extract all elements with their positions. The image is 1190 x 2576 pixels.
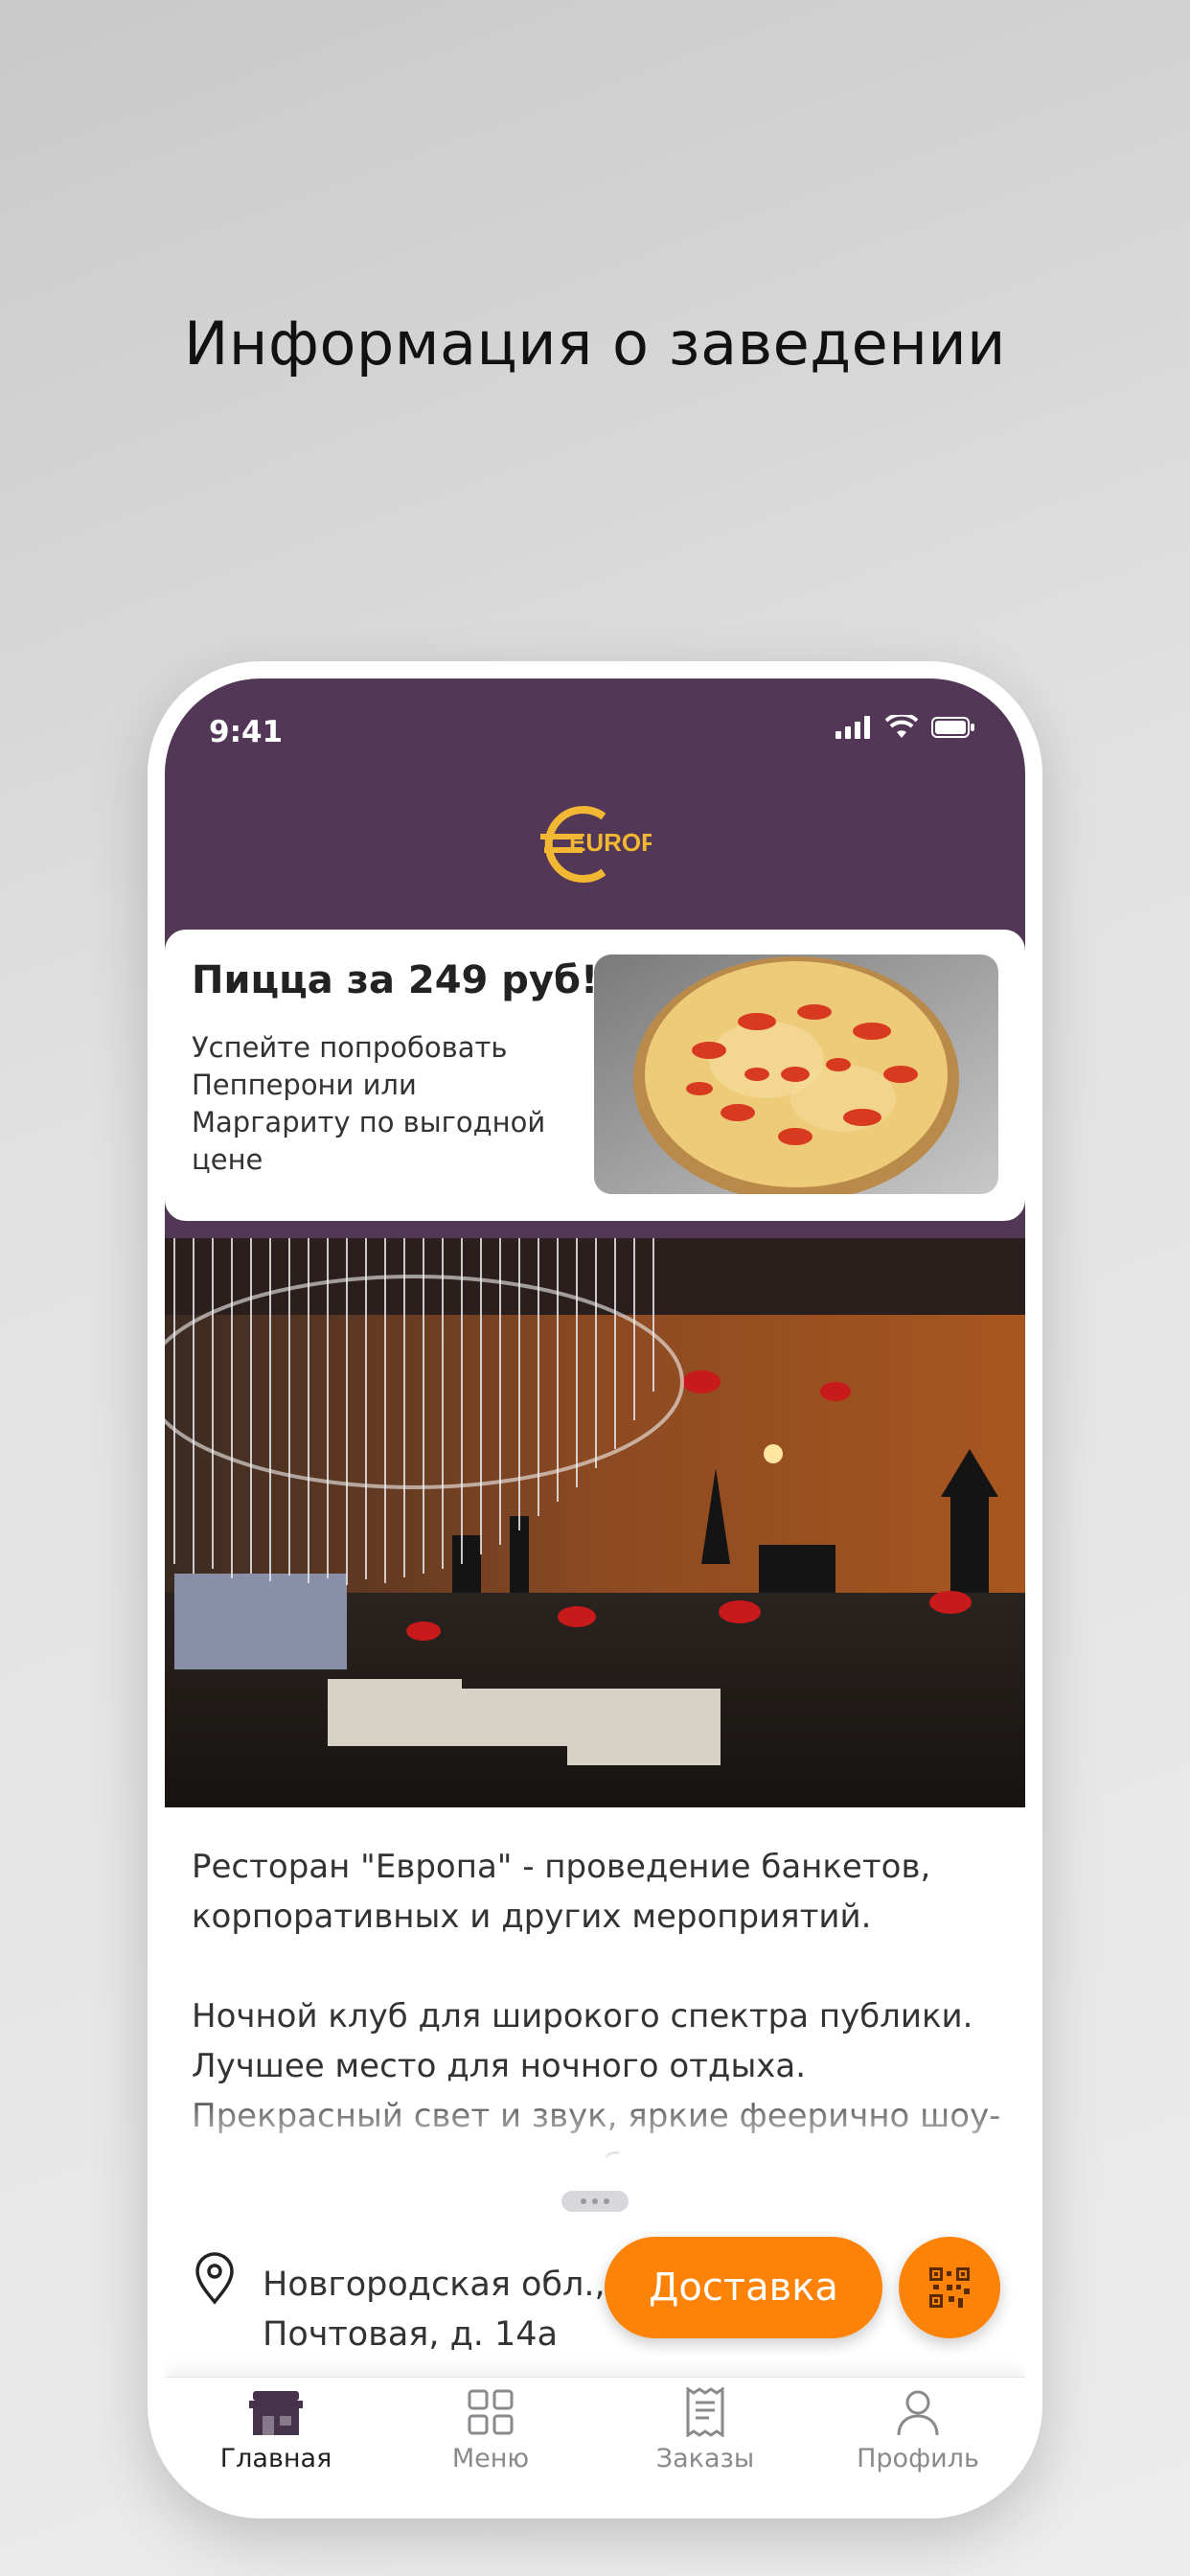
tab-bar: Главная Меню Заказы Профиль — [165, 2377, 1025, 2501]
venue-photo — [165, 1238, 1025, 1807]
qr-button[interactable] — [899, 2237, 1000, 2338]
description-fade — [165, 2087, 1025, 2164]
tab-home[interactable]: Главная — [199, 2387, 353, 2473]
phone-frame: 9:41 EUROP Пицца за 249 руб! Успейте поп… — [148, 661, 1042, 2518]
svg-text:EUROPA: EUROPA — [569, 828, 652, 857]
delivery-button[interactable]: Доставка — [605, 2237, 882, 2338]
tab-menu[interactable]: Меню — [414, 2387, 567, 2473]
signal-icon — [835, 716, 870, 739]
receipt-icon — [686, 2386, 724, 2438]
tab-menu-label: Меню — [451, 2444, 530, 2473]
promo-text: Успейте попробовать Пепперони или Маргар… — [192, 1031, 546, 1176]
app-screen: 9:41 EUROP Пицца за 249 руб! Успейте поп… — [165, 678, 1025, 2501]
status-bar: 9:41 — [165, 678, 1025, 774]
pizza-image — [594, 954, 998, 1194]
tab-home-label: Главная — [219, 2444, 332, 2473]
qr-code-icon — [929, 2267, 970, 2308]
status-time: 9:41 — [209, 715, 284, 749]
promo-card[interactable]: Пицца за 249 руб! Успейте попробовать Пе… — [165, 930, 1025, 1221]
location-pin-icon — [195, 2252, 234, 2305]
wifi-icon — [885, 715, 918, 738]
page-headline: Информация о заведении — [184, 309, 1006, 379]
grid-icon — [468, 2389, 514, 2435]
promo-title: Пицца за 249 руб! — [192, 958, 599, 1002]
home-icon — [249, 2391, 303, 2435]
address-row: Новгородская обл., г. Почтовая, д. 14а — [192, 2252, 1016, 2367]
europa-logo: EUROPA — [540, 803, 675, 886]
tab-orders[interactable]: Заказы — [629, 2386, 782, 2473]
battery-icon — [931, 717, 974, 738]
tab-profile[interactable]: Профиль — [841, 2387, 995, 2473]
tab-orders-label: Заказы — [655, 2444, 755, 2473]
expand-handle[interactable] — [561, 2191, 629, 2212]
profile-icon — [897, 2390, 939, 2436]
tab-profile-label: Профиль — [857, 2444, 979, 2473]
